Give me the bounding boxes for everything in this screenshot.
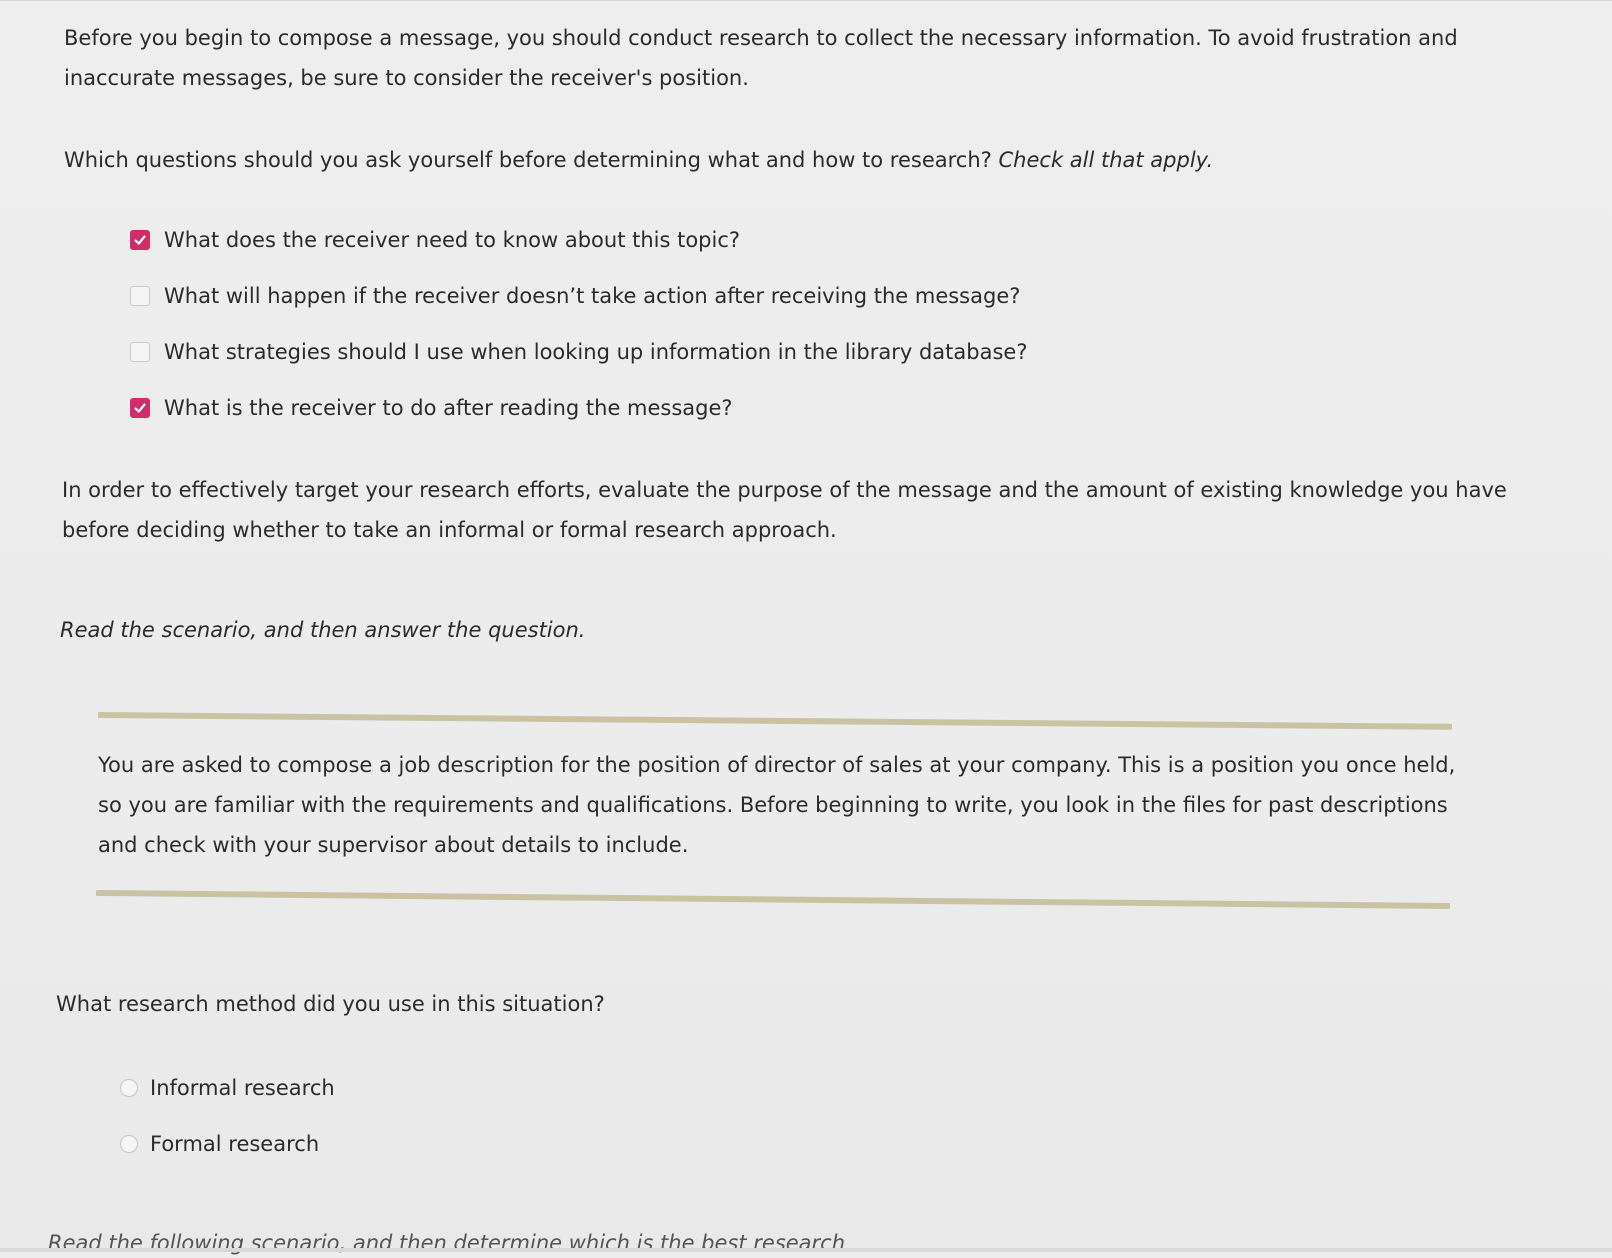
radio-option-informal[interactable]: Informal research — [120, 1060, 335, 1116]
radio-label: Informal research — [150, 1076, 335, 1100]
checkbox-option-1[interactable]: What does the receiver need to know abou… — [130, 212, 1027, 268]
scenario-text: You are asked to compose a job descripti… — [98, 753, 1456, 857]
research-intro-paragraph: In order to effectively target your rese… — [62, 478, 1507, 542]
checkbox-unchecked-icon[interactable] — [130, 342, 150, 362]
next-scenario-instruction: Read the following scenario, and then de… — [48, 1231, 846, 1255]
checkbox-label: What strategies should I use when lookin… — [164, 340, 1028, 364]
question-1-instruction: Check all that apply. — [998, 148, 1214, 172]
checkbox-option-2[interactable]: What will happen if the receiver doesn’t… — [130, 268, 1027, 324]
checkbox-list: What does the receiver need to know abou… — [130, 212, 1027, 436]
intro-paragraph: Before you begin to compose a message, y… — [64, 26, 1458, 90]
scenario-bottom-rule — [95, 890, 1450, 909]
checkbox-option-4[interactable]: What is the receiver to do after reading… — [130, 380, 1027, 436]
radio-button-icon[interactable] — [120, 1135, 138, 1153]
checkbox-option-3[interactable]: What strategies should I use when lookin… — [130, 324, 1027, 380]
top-divider — [0, 0, 1612, 1]
bottom-edge — [0, 1248, 1612, 1252]
radio-label: Formal research — [150, 1132, 320, 1156]
question-2: What research method did you use in this… — [56, 992, 605, 1016]
checkbox-label: What does the receiver need to know abou… — [164, 228, 741, 252]
scenario-instruction: Read the scenario, and then answer the q… — [60, 618, 586, 642]
radio-group: Informal research Formal research — [120, 1060, 335, 1172]
scenario-top-rule — [97, 712, 1452, 730]
checkbox-label: What will happen if the receiver doesn’t… — [164, 284, 1021, 308]
checkbox-label: What is the receiver to do after reading… — [164, 396, 733, 420]
checkbox-checked-icon[interactable] — [130, 230, 150, 250]
checkbox-unchecked-icon[interactable] — [130, 286, 150, 306]
checkbox-checked-icon[interactable] — [130, 398, 150, 418]
radio-option-formal[interactable]: Formal research — [120, 1116, 335, 1172]
question-1-text: Which questions should you ask yourself … — [64, 148, 992, 172]
question-1: Which questions should you ask yourself … — [64, 140, 1544, 180]
page: Before you begin to compose a message, y… — [0, 0, 1612, 1255]
radio-button-icon[interactable] — [120, 1079, 138, 1097]
